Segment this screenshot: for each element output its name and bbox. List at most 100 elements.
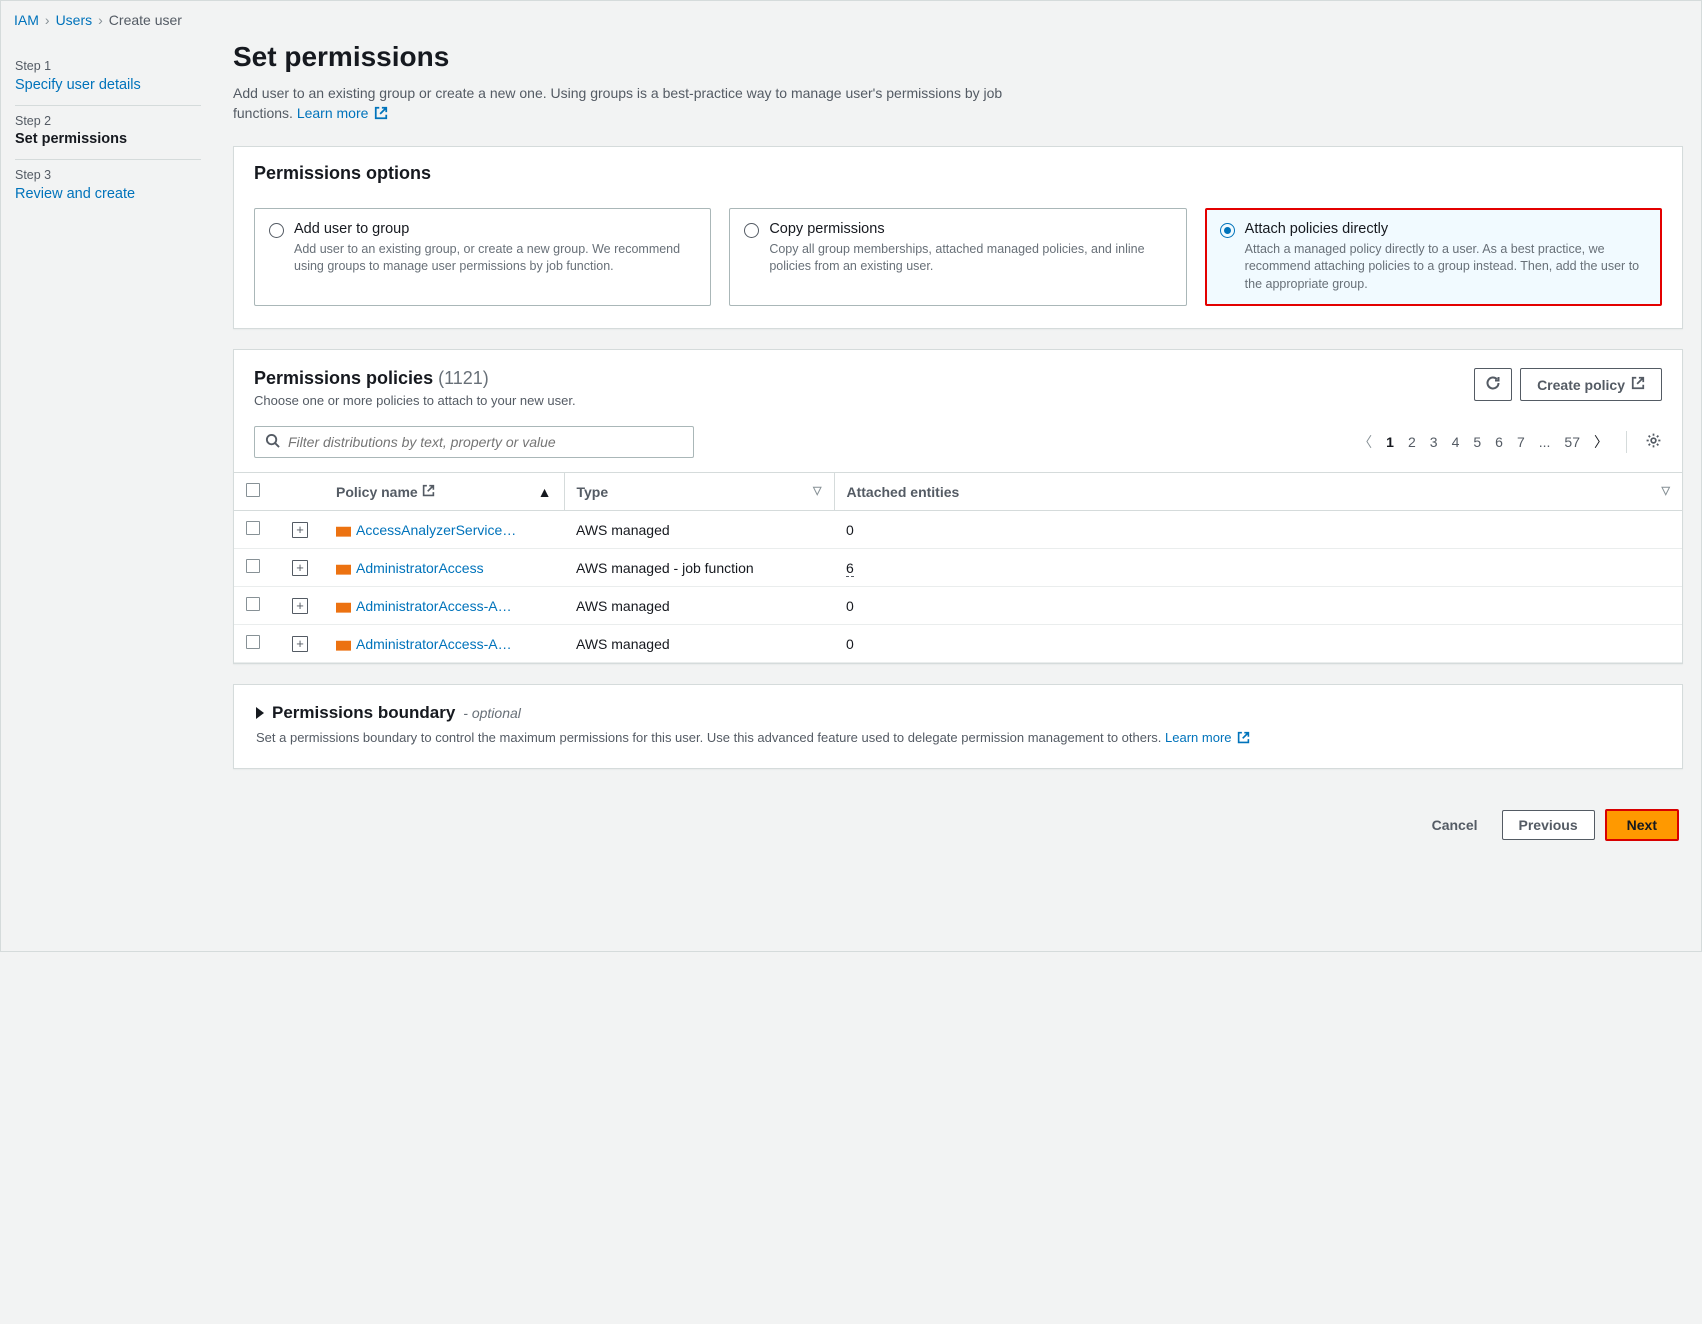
policy-icon: [336, 637, 351, 651]
expand-row-button[interactable]: +: [292, 598, 308, 614]
external-link-icon: [1237, 731, 1250, 750]
breadcrumb-current: Create user: [109, 12, 182, 28]
breadcrumb-users[interactable]: Users: [56, 12, 93, 28]
page-number[interactable]: 3: [1430, 434, 1438, 450]
tile-title: Attach policies directly: [1245, 221, 1647, 237]
panel-heading: Permissions policies (1121): [254, 368, 489, 388]
col-policy-name[interactable]: Policy name: [336, 484, 435, 500]
step-label: Step 2: [15, 114, 201, 128]
next-button[interactable]: Next: [1605, 809, 1679, 841]
policy-entities: 0: [834, 587, 1682, 625]
policy-type: AWS managed - job function: [564, 549, 834, 587]
page-number[interactable]: 6: [1495, 434, 1503, 450]
sort-asc-icon[interactable]: ▲: [538, 484, 552, 500]
boundary-toggle[interactable]: Permissions boundary - optional: [256, 703, 1660, 723]
permissions-boundary-panel: Permissions boundary - optional Set a pe…: [233, 684, 1683, 769]
policy-entities: 6: [834, 549, 1682, 587]
policy-entities: 0: [834, 625, 1682, 663]
tile-desc: Add user to an existing group, or create…: [294, 241, 696, 276]
filter-input[interactable]: [288, 434, 683, 450]
col-attached-entities[interactable]: Attached entities: [847, 484, 960, 500]
policies-count: (1121): [438, 368, 489, 388]
tile-desc: Copy all group memberships, attached man…: [769, 241, 1171, 276]
tile-title: Add user to group: [294, 221, 696, 237]
expand-row-button[interactable]: +: [292, 560, 308, 576]
panel-heading: Permissions options: [234, 147, 1682, 192]
external-link-icon: [1631, 376, 1645, 393]
filter-dropdown-icon[interactable]: ▽: [1662, 484, 1670, 497]
chevron-right-icon: ›: [45, 12, 50, 28]
radio-icon: [269, 223, 284, 238]
tile-add-user-to-group[interactable]: Add user to group Add user to an existin…: [254, 208, 711, 307]
col-type[interactable]: Type: [577, 484, 609, 500]
page-next[interactable]: 〉: [1594, 432, 1608, 452]
select-all-checkbox[interactable]: [246, 483, 260, 497]
policy-name-link[interactable]: AdministratorAccess: [356, 560, 484, 576]
page-number[interactable]: 1: [1386, 434, 1394, 450]
row-checkbox[interactable]: [246, 521, 260, 535]
permissions-policies-panel: Permissions policies (1121) Choose one o…: [233, 349, 1683, 664]
table-row: + AccessAnalyzerService… AWS managed 0: [234, 511, 1682, 549]
boundary-desc: Set a permissions boundary to control th…: [256, 729, 1660, 750]
policy-name-link[interactable]: AdministratorAccess-A…: [356, 598, 512, 614]
page-number[interactable]: 5: [1473, 434, 1481, 450]
search-icon: [265, 433, 280, 451]
filter-dropdown-icon[interactable]: ▽: [813, 484, 821, 497]
panel-subtext: Choose one or more policies to attach to…: [254, 393, 576, 408]
expand-row-button[interactable]: +: [292, 522, 308, 538]
step-label: Step 1: [15, 59, 201, 73]
filter-input-wrap[interactable]: [254, 426, 694, 458]
row-checkbox[interactable]: [246, 635, 260, 649]
gear-icon: [1645, 436, 1662, 452]
page-number[interactable]: 4: [1452, 434, 1460, 450]
previous-button[interactable]: Previous: [1502, 810, 1595, 840]
step-review-create[interactable]: Review and create: [15, 186, 135, 202]
table-row: + AdministratorAccess-A… AWS managed 0: [234, 587, 1682, 625]
step-label: Step 3: [15, 168, 201, 182]
pagination: 〈 1 2 3 4 5 6 7 ... 57 〉: [1358, 431, 1662, 453]
external-link-icon: [374, 105, 388, 125]
policy-type: AWS managed: [564, 587, 834, 625]
learn-more-link[interactable]: Learn more: [297, 105, 388, 121]
page-number[interactable]: 7: [1517, 434, 1525, 450]
page-prev[interactable]: 〈: [1358, 432, 1372, 452]
table-row: + AdministratorAccess AWS managed - job …: [234, 549, 1682, 587]
boundary-optional: - optional: [463, 705, 521, 721]
boundary-title: Permissions boundary: [272, 703, 455, 723]
page-title: Set permissions: [233, 41, 1683, 73]
caret-right-icon: [256, 707, 264, 719]
create-policy-button[interactable]: Create policy: [1520, 368, 1662, 401]
radio-icon: [1220, 223, 1235, 238]
policy-name-link[interactable]: AdministratorAccess-A…: [356, 636, 512, 652]
policy-icon: [336, 599, 351, 613]
tile-desc: Attach a managed policy directly to a us…: [1245, 241, 1647, 294]
breadcrumb-iam[interactable]: IAM: [14, 12, 39, 28]
page-number[interactable]: 57: [1564, 434, 1580, 450]
page-description: Add user to an existing group or create …: [233, 83, 1063, 126]
row-checkbox[interactable]: [246, 597, 260, 611]
policy-type: AWS managed: [564, 511, 834, 549]
permissions-options-panel: Permissions options Add user to group Ad…: [233, 146, 1683, 330]
policy-entities: 0: [834, 511, 1682, 549]
page-number[interactable]: 2: [1408, 434, 1416, 450]
tile-attach-policies-directly[interactable]: Attach policies directly Attach a manage…: [1205, 208, 1662, 307]
policy-name-link[interactable]: AccessAnalyzerService…: [356, 522, 516, 538]
step-specify-user-details[interactable]: Specify user details: [15, 77, 141, 93]
radio-icon: [744, 223, 759, 238]
breadcrumb: IAM › Users › Create user: [14, 12, 182, 28]
cancel-button[interactable]: Cancel: [1418, 811, 1492, 839]
policy-type: AWS managed: [564, 625, 834, 663]
learn-more-link[interactable]: Learn more: [1165, 730, 1250, 745]
expand-row-button[interactable]: +: [292, 636, 308, 652]
refresh-button[interactable]: [1474, 368, 1512, 401]
policy-icon: [336, 523, 351, 537]
row-checkbox[interactable]: [246, 559, 260, 573]
page-ellipsis: ...: [1539, 434, 1551, 450]
policies-table: Policy name ▲ Type ▽ Att: [234, 472, 1682, 663]
tile-copy-permissions[interactable]: Copy permissions Copy all group membersh…: [729, 208, 1186, 307]
policy-icon: [336, 561, 351, 575]
external-link-icon: [422, 484, 435, 500]
settings-button[interactable]: [1645, 432, 1662, 452]
tile-title: Copy permissions: [769, 221, 1171, 237]
refresh-icon: [1485, 375, 1501, 394]
